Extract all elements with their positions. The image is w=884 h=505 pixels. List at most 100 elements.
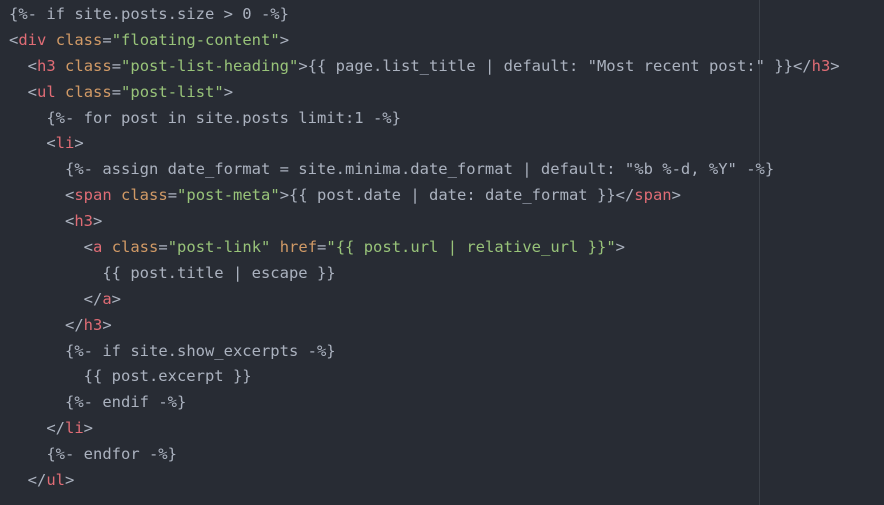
- code-text: =: [158, 238, 168, 257]
- code-line[interactable]: <a class="post-link" href="{{ post.url |…: [9, 235, 884, 261]
- indentation: [9, 342, 65, 360]
- code-line[interactable]: {%- endfor -%}: [9, 442, 884, 468]
- indentation: [9, 471, 28, 489]
- tag-name: li: [55, 134, 75, 153]
- string-literal: "post-link": [167, 238, 271, 257]
- tag-name: span: [634, 186, 672, 205]
- code-line[interactable]: </h3>: [9, 313, 884, 339]
- attribute-name: href: [279, 238, 318, 257]
- code-text: >{{ page.list_title | default: "Most rec…: [298, 56, 812, 75]
- code-text: =: [167, 186, 178, 205]
- code-line[interactable]: {{ post.excerpt }}: [9, 364, 884, 390]
- indentation: [9, 238, 84, 256]
- code-text: <: [27, 56, 38, 75]
- code-text: =: [111, 56, 122, 75]
- code-line[interactable]: {%- for post in site.posts limit:1 -%}: [9, 106, 884, 132]
- indentation: [9, 419, 46, 437]
- indentation: [9, 367, 84, 385]
- string-literal: "{{ post.url | relative_url }}": [326, 238, 616, 257]
- indentation: [9, 186, 65, 204]
- code-editor[interactable]: {%- if site.posts.size > 0 -%} <div class…: [0, 0, 884, 505]
- attribute-name: class: [121, 186, 168, 205]
- tag-name: h3: [811, 56, 831, 75]
- code-line[interactable]: {%- endif -%}: [9, 390, 884, 416]
- code-text: >: [830, 56, 840, 75]
- code-text: >: [93, 212, 103, 231]
- code-text: {%- endfor -%}: [46, 445, 177, 464]
- code-line[interactable]: </li>: [9, 416, 884, 442]
- attribute-name: class: [65, 82, 112, 101]
- code-text: >: [83, 419, 94, 438]
- code-line[interactable]: <ul class="post-list">: [9, 80, 884, 106]
- indentation: [9, 83, 28, 101]
- tag-name: a: [93, 238, 103, 257]
- code-text: <: [65, 186, 75, 205]
- code-line[interactable]: <li>: [9, 131, 884, 157]
- tag-name: span: [74, 186, 112, 205]
- tag-name: h3: [37, 56, 56, 75]
- code-text: {{ post.excerpt }}: [83, 367, 252, 386]
- code-text: >: [671, 186, 681, 205]
- code-text: <: [83, 238, 93, 257]
- code-text: <: [46, 134, 56, 153]
- code-text: >: [65, 471, 75, 490]
- code-text: >: [615, 238, 626, 257]
- code-line[interactable]: <div class="floating-content">: [9, 28, 884, 54]
- indentation: [9, 134, 46, 152]
- code-text: {{ post.title | escape }}: [102, 263, 336, 282]
- string-literal: "floating-content": [111, 30, 280, 49]
- attribute-name: class: [55, 30, 103, 49]
- tag-name: ul: [37, 82, 56, 101]
- code-line[interactable]: </a>: [9, 287, 884, 313]
- code-text: =: [111, 82, 122, 101]
- code-line[interactable]: <h3 class="post-list-heading">{{ page.li…: [9, 54, 884, 80]
- code-text: >: [279, 30, 290, 49]
- code-text: {%- for post in site.posts limit:1 -%}: [46, 108, 401, 127]
- code-line[interactable]: <h3>: [9, 209, 884, 235]
- code-text: =: [102, 30, 112, 49]
- code-text: </: [65, 315, 84, 334]
- indentation: [9, 264, 102, 282]
- indentation: [9, 160, 65, 178]
- tag-name: h3: [74, 212, 94, 231]
- code-line[interactable]: {%- assign date_format = site.minima.dat…: [9, 157, 884, 183]
- code-line[interactable]: </ul>: [9, 468, 884, 494]
- code-line[interactable]: {%- if site.posts.size > 0 -%}: [9, 2, 884, 28]
- tag-name: li: [65, 419, 84, 438]
- indentation: [9, 445, 46, 463]
- code-text: {%- if site.show_excerpts -%}: [65, 341, 336, 360]
- code-text: >: [74, 134, 84, 153]
- code-area[interactable]: {%- if site.posts.size > 0 -%} <div class…: [9, 2, 884, 494]
- tag-name: a: [102, 289, 112, 308]
- code-text: <: [9, 30, 19, 49]
- code-text: >: [111, 289, 122, 308]
- indentation: [9, 393, 65, 411]
- code-text: <: [65, 212, 75, 231]
- code-line[interactable]: <span class="post-meta">{{ post.date | d…: [9, 183, 884, 209]
- code-text: >{{ post.date | date: date_format }}</: [279, 186, 635, 205]
- tag-name: div: [18, 30, 47, 49]
- code-text: </: [27, 471, 47, 490]
- code-text: =: [317, 238, 327, 257]
- attribute-name: class: [65, 56, 112, 75]
- code-text: >: [102, 315, 112, 334]
- indentation: [9, 57, 28, 75]
- string-literal: "post-list": [121, 82, 224, 101]
- indentation: [9, 316, 65, 334]
- code-line[interactable]: {{ post.title | escape }}: [9, 261, 884, 287]
- code-text: </: [46, 419, 65, 438]
- code-line[interactable]: {%- if site.show_excerpts -%}: [9, 339, 884, 365]
- code-text: </: [83, 289, 103, 308]
- indentation: [9, 212, 65, 230]
- attribute-name: class: [111, 238, 159, 257]
- code-text: <: [27, 82, 38, 101]
- tag-name: ul: [46, 471, 66, 490]
- tag-name: h3: [83, 315, 103, 334]
- string-literal: "post-list-heading": [121, 56, 299, 75]
